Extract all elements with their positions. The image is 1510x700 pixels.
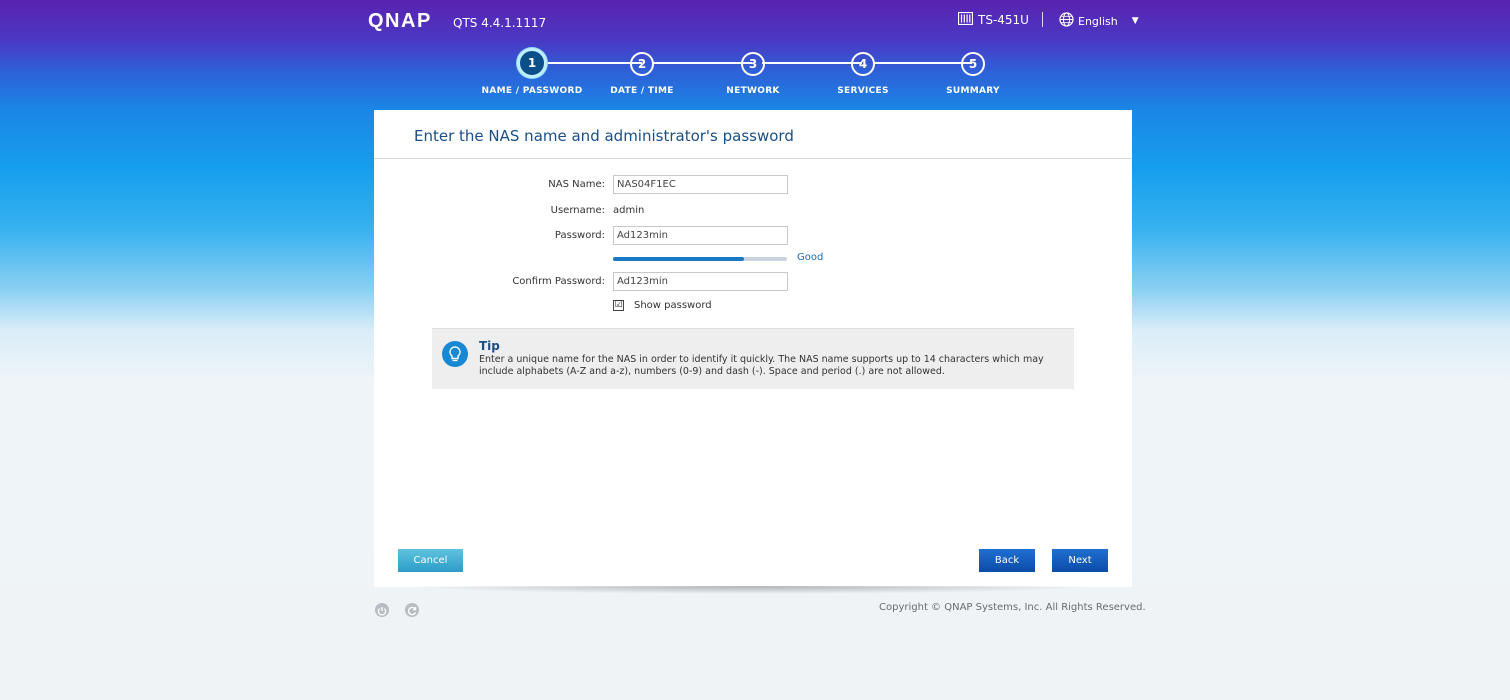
password-strength-text: Good xyxy=(797,252,824,263)
next-button[interactable]: Next xyxy=(1052,549,1108,572)
tip-text: Enter a unique name for the NAS in order… xyxy=(479,354,1044,377)
username-value: admin xyxy=(613,205,645,216)
chevron-down-icon: ▼ xyxy=(1131,16,1139,26)
confirm-password-input[interactable] xyxy=(613,272,788,291)
restart-icon[interactable] xyxy=(405,603,419,617)
nas-name-label: NAS Name: xyxy=(548,179,605,190)
firmware-version: QTS 4.4.1.1117 xyxy=(453,16,547,30)
tip-title: Tip xyxy=(479,339,500,353)
step-number: 5 xyxy=(961,52,985,76)
step-label: SUMMARY xyxy=(946,86,1000,96)
header-divider xyxy=(1042,12,1043,27)
tip-box: Tip Enter a unique name for the NAS in o… xyxy=(432,328,1074,389)
username-label: Username: xyxy=(550,205,605,216)
lightbulb-icon xyxy=(442,341,468,367)
password-strength-fill xyxy=(613,257,744,261)
copyright-text: Copyright © QNAP Systems, Inc. All Right… xyxy=(879,602,1146,613)
nas-device-icon xyxy=(957,11,974,28)
show-password-label: Show password xyxy=(634,300,712,311)
title-divider xyxy=(374,158,1132,159)
password-label: Password: xyxy=(554,230,605,241)
device-indicator: TS-451U xyxy=(957,11,1029,28)
password-strength-bar xyxy=(613,257,787,261)
step-number: 3 xyxy=(741,52,765,76)
language-selector[interactable]: English ▼ xyxy=(1059,12,1139,30)
top-bar: QNAP QTS 4.4.1.1117 TS-451U English ▼ xyxy=(0,0,1510,40)
globe-icon xyxy=(1059,12,1074,30)
step-summary[interactable]: 5 SUMMARY xyxy=(913,50,1033,96)
back-button[interactable]: Back xyxy=(979,549,1035,572)
step-number: 1 xyxy=(517,48,547,78)
device-name: TS-451U xyxy=(978,13,1029,27)
language-label: English xyxy=(1078,14,1118,28)
show-password-checkbox[interactable]: ☑ xyxy=(613,300,624,311)
step-network[interactable]: 3 NETWORK xyxy=(693,50,813,96)
step-label: DATE / TIME xyxy=(610,86,674,96)
step-label: SERVICES xyxy=(837,86,889,96)
step-date-time[interactable]: 2 DATE / TIME xyxy=(582,50,702,96)
panel-shadow xyxy=(405,586,1100,594)
wizard-steps: 1 NAME / PASSWORD 2 DATE / TIME 3 NETWOR… xyxy=(470,48,1033,100)
cancel-button[interactable]: Cancel xyxy=(398,549,463,572)
step-label: NAME / PASSWORD xyxy=(481,86,583,96)
password-input[interactable] xyxy=(613,226,788,245)
step-name-password[interactable]: 1 NAME / PASSWORD xyxy=(472,48,592,96)
step-number: 2 xyxy=(630,52,654,76)
confirm-password-label: Confirm Password: xyxy=(512,276,605,287)
wizard-panel: Enter the NAS name and administrator's p… xyxy=(374,110,1132,587)
step-label: NETWORK xyxy=(726,86,780,96)
step-services[interactable]: 4 SERVICES xyxy=(803,50,923,96)
nas-name-input[interactable] xyxy=(613,175,788,194)
power-icon[interactable] xyxy=(375,603,389,617)
page-title: Enter the NAS name and administrator's p… xyxy=(414,127,794,145)
step-number: 4 xyxy=(851,52,875,76)
qnap-logo: QNAP xyxy=(368,10,432,32)
